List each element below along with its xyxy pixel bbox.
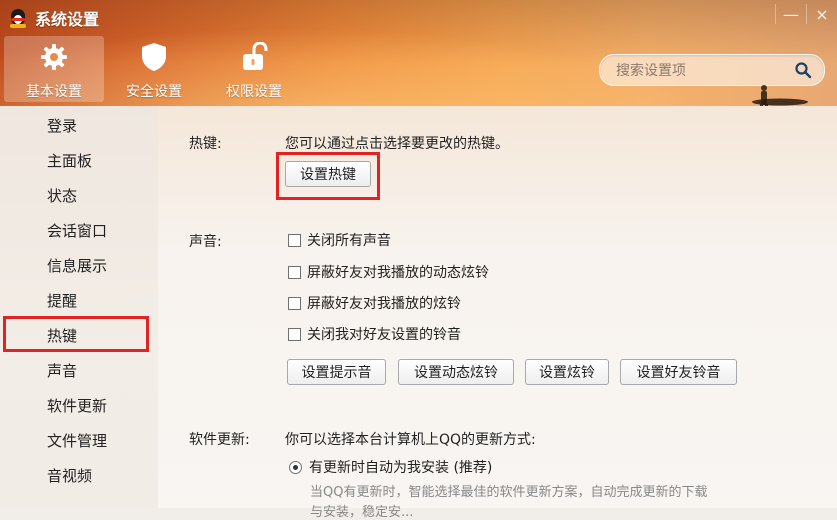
sidebar-item-status[interactable]: 状态 [47,185,77,207]
sidebar-item-info-display[interactable]: 信息展示 [47,255,107,277]
sidebar-item-reminder[interactable]: 提醒 [47,290,77,312]
window-controls: — × [775,0,837,28]
tab-permission-settings[interactable]: 权限设置 [204,36,304,102]
search-input[interactable] [614,60,778,82]
selected-item-highlight [3,316,149,352]
update-note-continued: 与安装，稳定安... [310,505,414,520]
option-disable-friend-ringtone[interactable]: 关闭我对好友设置的铃音 [288,324,461,344]
sidebar-item-software-update[interactable]: 软件更新 [47,395,107,417]
radio-button[interactable] [289,460,302,474]
unlock-icon [234,42,274,72]
update-section-label: 软件更新: [189,432,250,448]
checkbox-label: 屏蔽好友对我播放的动态炫铃 [307,265,489,281]
tab-security-settings[interactable]: 安全设置 [104,36,204,102]
sidebar-item-chat-window[interactable]: 会话窗口 [47,220,107,242]
shield-icon [134,42,174,72]
checkbox-label: 关闭我对好友设置的铃音 [307,327,461,343]
sidebar-item-audio-video[interactable]: 音视频 [47,465,92,487]
update-description: 你可以选择本台计算机上QQ的更新方式: [285,432,536,448]
hotkey-button-highlight [276,152,380,200]
tab-basic-settings[interactable]: 基本设置 [4,36,104,102]
sidebar-item-login[interactable]: 登录 [47,115,77,137]
title-bar: 系统设置 [8,6,99,30]
minimize-button[interactable]: — [776,0,806,28]
search-icon[interactable] [794,61,812,79]
header-banner: 系统设置 — × 基本设置 安全设置 权限设置 搜索设置项 [0,0,837,106]
set-notification-sound-button[interactable]: 设置提示音 [287,359,386,385]
sidebar: 登录 主面板 状态 会话窗口 信息展示 提醒 热键 声音 软件更新 文件管理 音… [0,106,158,508]
checkbox[interactable] [288,327,301,341]
hotkey-description: 您可以通过点击选择要更改的热键。 [285,136,509,152]
qq-penguin-icon [8,8,28,28]
top-tabs: 基本设置 安全设置 权限设置 [4,36,304,102]
option-mute-all[interactable]: 关闭所有声音 [288,230,391,250]
radio-label: 有更新时自动为我安装 (推荐) [309,460,493,476]
checkbox-label: 屏蔽好友对我播放的炫铃 [307,296,461,312]
set-friend-ringtone-button[interactable]: 设置好友铃音 [620,359,737,385]
option-block-dynamic-ringtone[interactable]: 屏蔽好友对我播放的动态炫铃 [288,262,489,282]
set-dynamic-ringtone-button[interactable]: 设置动态炫铃 [398,359,514,385]
tab-label: 基本设置 [26,84,82,100]
window-title: 系统设置 [35,10,100,29]
checkbox-label: 关闭所有声音 [307,233,391,249]
sound-section-label: 声音: [189,234,222,250]
checkbox[interactable] [288,265,301,279]
tab-label: 权限设置 [226,84,282,100]
sidebar-item-file-management[interactable]: 文件管理 [47,430,107,452]
option-auto-install[interactable]: 有更新时自动为我安装 (推荐) [289,457,492,477]
hotkey-section-label: 热键: [189,136,222,152]
tab-label: 安全设置 [126,84,182,100]
close-button[interactable]: × [807,0,837,28]
option-block-ringtone[interactable]: 屏蔽好友对我播放的炫铃 [288,293,461,313]
checkbox[interactable] [288,233,301,247]
surfer-silhouette [752,85,808,106]
gear-icon [34,42,74,72]
checkbox[interactable] [288,296,301,310]
sidebar-item-main-panel[interactable]: 主面板 [47,150,92,172]
update-note: 当QQ有更新时，智能选择最佳的软件更新方案，自动完成更新的下载 [310,485,708,500]
sidebar-item-sound[interactable]: 声音 [47,360,77,382]
set-ringtone-button[interactable]: 设置炫铃 [525,359,609,385]
